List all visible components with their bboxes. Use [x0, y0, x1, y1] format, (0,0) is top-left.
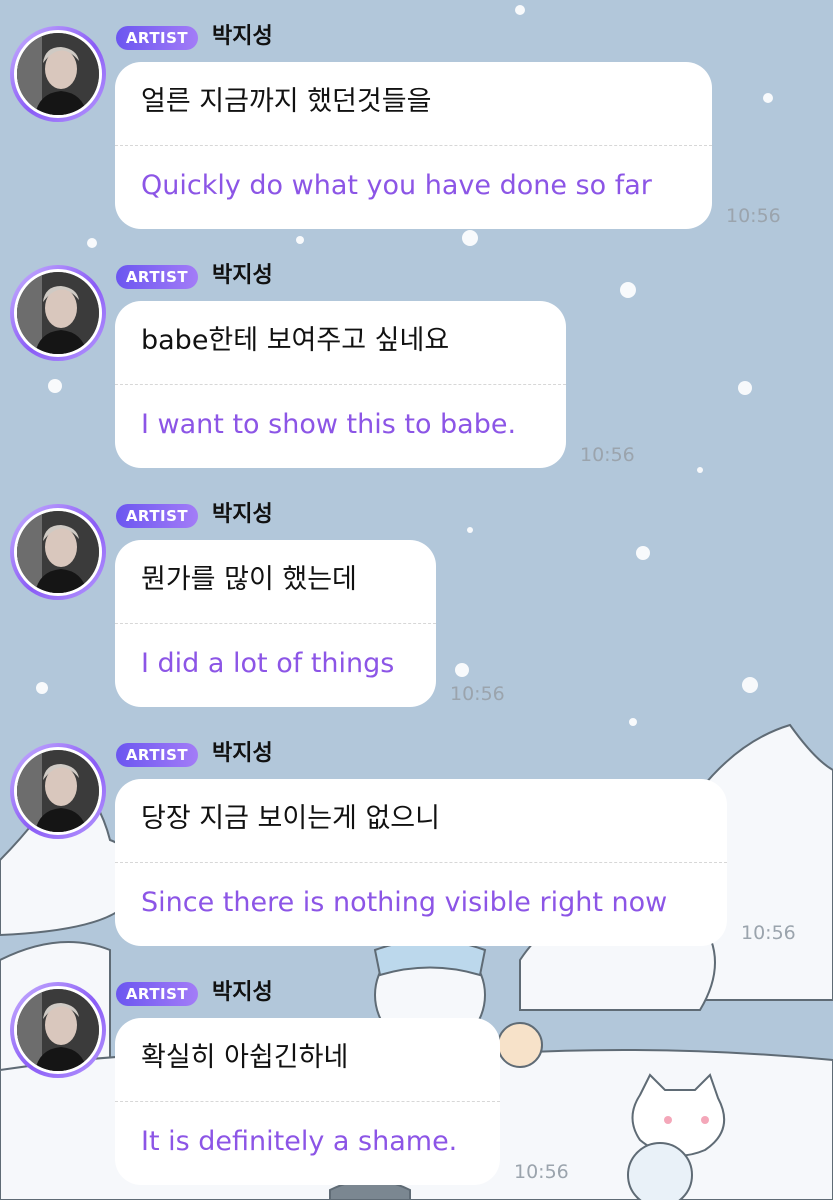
artist-avatar[interactable] — [10, 265, 106, 361]
message-time: 10:56 — [450, 683, 505, 705]
message-bubble[interactable]: 얼른 지금까지 했던것들을 Quickly do what you have d… — [115, 62, 712, 229]
chat-message: ARTIST 박지성 확실히 아쉽긴하네 It is definitely a … — [0, 956, 833, 1195]
sender-name: 박지성 — [212, 502, 273, 527]
artist-badge: ARTIST — [116, 265, 198, 289]
message-time: 10:56 — [580, 444, 635, 466]
artist-avatar[interactable] — [10, 26, 106, 122]
message-text: babe한테 보여주고 싶네요 — [141, 325, 450, 356]
message-time: 10:56 — [514, 1161, 569, 1183]
translation-divider — [115, 145, 712, 146]
sender-name: 박지성 — [212, 24, 273, 49]
artist-badge: ARTIST — [116, 504, 198, 528]
avatar-photo — [17, 272, 99, 354]
translation-divider — [115, 1101, 500, 1102]
message-bubble[interactable]: 당장 지금 보이는게 없으니 Since there is nothing vi… — [115, 779, 727, 946]
message-translation: I want to show this to babe. — [141, 409, 517, 440]
message-bubble[interactable]: 뭔가를 많이 했는데 I did a lot of things — [115, 540, 436, 707]
avatar-photo — [17, 33, 99, 115]
avatar-photo — [17, 989, 99, 1071]
message-translation: Quickly do what you have done so far — [141, 170, 652, 201]
chat-message: ARTIST 박지성 뭔가를 많이 했는데 I did a lot of thi… — [0, 478, 833, 717]
avatar-photo — [17, 511, 99, 593]
message-text: 뭔가를 많이 했는데 — [141, 564, 357, 595]
translation-divider — [115, 384, 566, 385]
artist-avatar[interactable] — [10, 743, 106, 839]
message-time: 10:56 — [726, 205, 781, 227]
sender-name: 박지성 — [212, 741, 273, 766]
artist-badge: ARTIST — [116, 743, 198, 767]
message-text: 확실히 아쉽긴하네 — [141, 1042, 349, 1073]
artist-avatar[interactable] — [10, 982, 106, 1078]
sender-name: 박지성 — [212, 263, 273, 288]
avatar-photo — [17, 750, 99, 832]
message-translation: I did a lot of things — [141, 648, 395, 679]
message-bubble[interactable]: 확실히 아쉽긴하네 It is definitely a shame. — [115, 1018, 500, 1185]
message-time: 10:56 — [741, 922, 796, 944]
message-text: 당장 지금 보이는게 없으니 — [141, 803, 440, 834]
sender-name: 박지성 — [212, 980, 273, 1005]
translation-divider — [115, 623, 436, 624]
artist-avatar[interactable] — [10, 504, 106, 600]
chat-message: ARTIST 박지성 당장 지금 보이는게 없으니 Since there is… — [0, 717, 833, 956]
translation-divider — [115, 862, 727, 863]
message-text: 얼른 지금까지 했던것들을 — [141, 86, 432, 117]
artist-badge: ARTIST — [116, 982, 198, 1006]
chat-message: ARTIST 박지성 babe한테 보여주고 싶네요 I want to sho… — [0, 239, 833, 478]
artist-badge: ARTIST — [116, 26, 198, 50]
message-bubble[interactable]: babe한테 보여주고 싶네요 I want to show this to b… — [115, 301, 566, 468]
chat-message: ARTIST 박지성 얼른 지금까지 했던것들을 Quickly do what… — [0, 0, 833, 239]
message-translation: Since there is nothing visible right now — [141, 887, 668, 918]
message-translation: It is definitely a shame. — [141, 1126, 458, 1157]
